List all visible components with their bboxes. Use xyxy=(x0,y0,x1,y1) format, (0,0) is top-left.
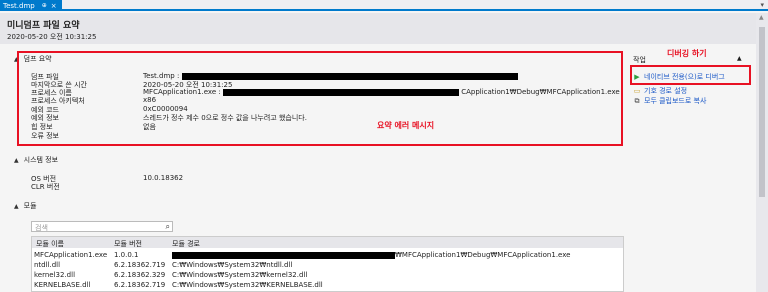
redacted-block xyxy=(181,72,518,80)
column-header-module-path[interactable]: 모듈 경로 xyxy=(172,239,200,249)
action-label: 네이티브 전용(으)로 디버그 xyxy=(644,73,725,81)
annotation-summary-error: 요약 에러 메시지 xyxy=(377,121,435,130)
section-modules-header[interactable]: ▲ 모듈 xyxy=(14,201,37,211)
pin-icon[interactable]: ⊕ xyxy=(42,2,47,9)
folder-icon: ▭ xyxy=(633,87,641,95)
summary-header: 미니덤프 파일 요약 2020-05-20 오전 10:31:25 xyxy=(0,13,756,44)
module-name: KERNELBASE.dll xyxy=(34,281,91,289)
search-placeholder: 검색 xyxy=(35,224,48,232)
tab-label: Test.dmp xyxy=(3,1,35,10)
close-icon[interactable]: × xyxy=(51,2,57,10)
module-path: ₩MFCApplication1₩Debug₩MFCApplication1.e… xyxy=(172,251,570,259)
annotation-box-summary xyxy=(17,51,623,146)
actions-title: 작업 xyxy=(633,56,646,64)
module-version: 6.2.18362.719 xyxy=(114,261,166,269)
collapse-caret-icon[interactable]: ▲ xyxy=(14,203,19,210)
module-version: 6.2.18362.719 xyxy=(114,281,166,289)
value-process-name: MFCApplication1.exe : CApplication1₩Debu… xyxy=(143,88,620,96)
table-header: 모듈 이름 모듈 버전 모듈 경로 xyxy=(32,237,623,248)
copy-icon: ⧉ xyxy=(634,96,640,105)
module-path: C:₩Windows₩System32₩KERNELBASE.dll xyxy=(172,281,323,289)
module-name: MFCApplication1.exe xyxy=(34,251,108,259)
section-title: 모듈 xyxy=(23,202,37,210)
label-clr-version: CLR 버전 xyxy=(31,183,60,191)
section-system-info-header[interactable]: ▲ 시스템 정보 xyxy=(14,155,58,165)
module-version: 6.2.18362.329 xyxy=(114,271,166,279)
module-name: kernel32.dll xyxy=(34,271,76,279)
modules-table: 모듈 이름 모듈 버전 모듈 경로 MFCApplication1.exe 1.… xyxy=(31,236,624,292)
value-dump-file: Test.dmp : xyxy=(143,72,518,80)
collapse-caret-icon[interactable]: ▲ xyxy=(737,55,742,62)
annotation-debugging: 디버깅 하기 xyxy=(667,49,707,58)
redacted-block xyxy=(172,251,395,259)
module-path: C:₩Windows₩System32₩ntdll.dll xyxy=(172,261,293,269)
column-header-module-name[interactable]: 모듈 이름 xyxy=(36,239,64,249)
value-exception-info: 스레드가 정수 제수 0으로 정수 값을 나누려고 했습니다. xyxy=(143,114,307,122)
copy-all-to-clipboard-link[interactable]: ⧉ 모두 클립보드로 복사 xyxy=(633,96,707,106)
value-process-architecture: x86 xyxy=(143,96,157,104)
page-title: 미니덤프 파일 요약 xyxy=(7,21,80,31)
scroll-up-icon[interactable]: ▲ xyxy=(759,14,764,21)
module-path: C:₩Windows₩System32₩kernel32.dll xyxy=(172,271,308,279)
document-tab-strip: Test.dmp ⊕ × ▾ xyxy=(0,0,768,11)
vertical-scrollbar[interactable]: ▲ xyxy=(756,13,768,292)
collapse-caret-icon[interactable]: ▲ xyxy=(14,157,19,164)
value-os-version: 10.0.18362 xyxy=(143,174,184,182)
module-name: ntdll.dll xyxy=(34,261,61,269)
redacted-block xyxy=(222,88,459,96)
debug-native-only-link[interactable]: ▶ 네이티브 전용(으)로 디버그 xyxy=(633,72,725,82)
play-icon: ▶ xyxy=(634,73,640,81)
value-exception-code: 0xC0000094 xyxy=(143,105,188,113)
page-timestamp: 2020-05-20 오전 10:31:25 xyxy=(7,33,97,41)
chevron-down-icon[interactable]: ▾ xyxy=(760,1,764,9)
column-header-module-version[interactable]: 모듈 버전 xyxy=(114,239,142,249)
section-title: 시스템 정보 xyxy=(23,156,59,164)
module-search-input[interactable]: 검색 ⌕ xyxy=(31,221,173,232)
module-version: 1.0.0.1 xyxy=(114,251,139,259)
scrollbar-thumb[interactable] xyxy=(759,27,765,197)
tab-test-dmp[interactable]: Test.dmp ⊕ × xyxy=(0,0,62,11)
action-label: 기호 경로 설정 xyxy=(644,87,688,95)
action-label: 모두 클립보드로 복사 xyxy=(644,97,707,105)
set-symbol-path-link[interactable]: ▭ 기호 경로 설정 xyxy=(633,86,687,96)
value-heap-info: 없음 xyxy=(143,123,156,131)
search-icon[interactable]: ⌕ xyxy=(166,222,170,232)
label-error-info: 오류 정보 xyxy=(31,132,59,140)
